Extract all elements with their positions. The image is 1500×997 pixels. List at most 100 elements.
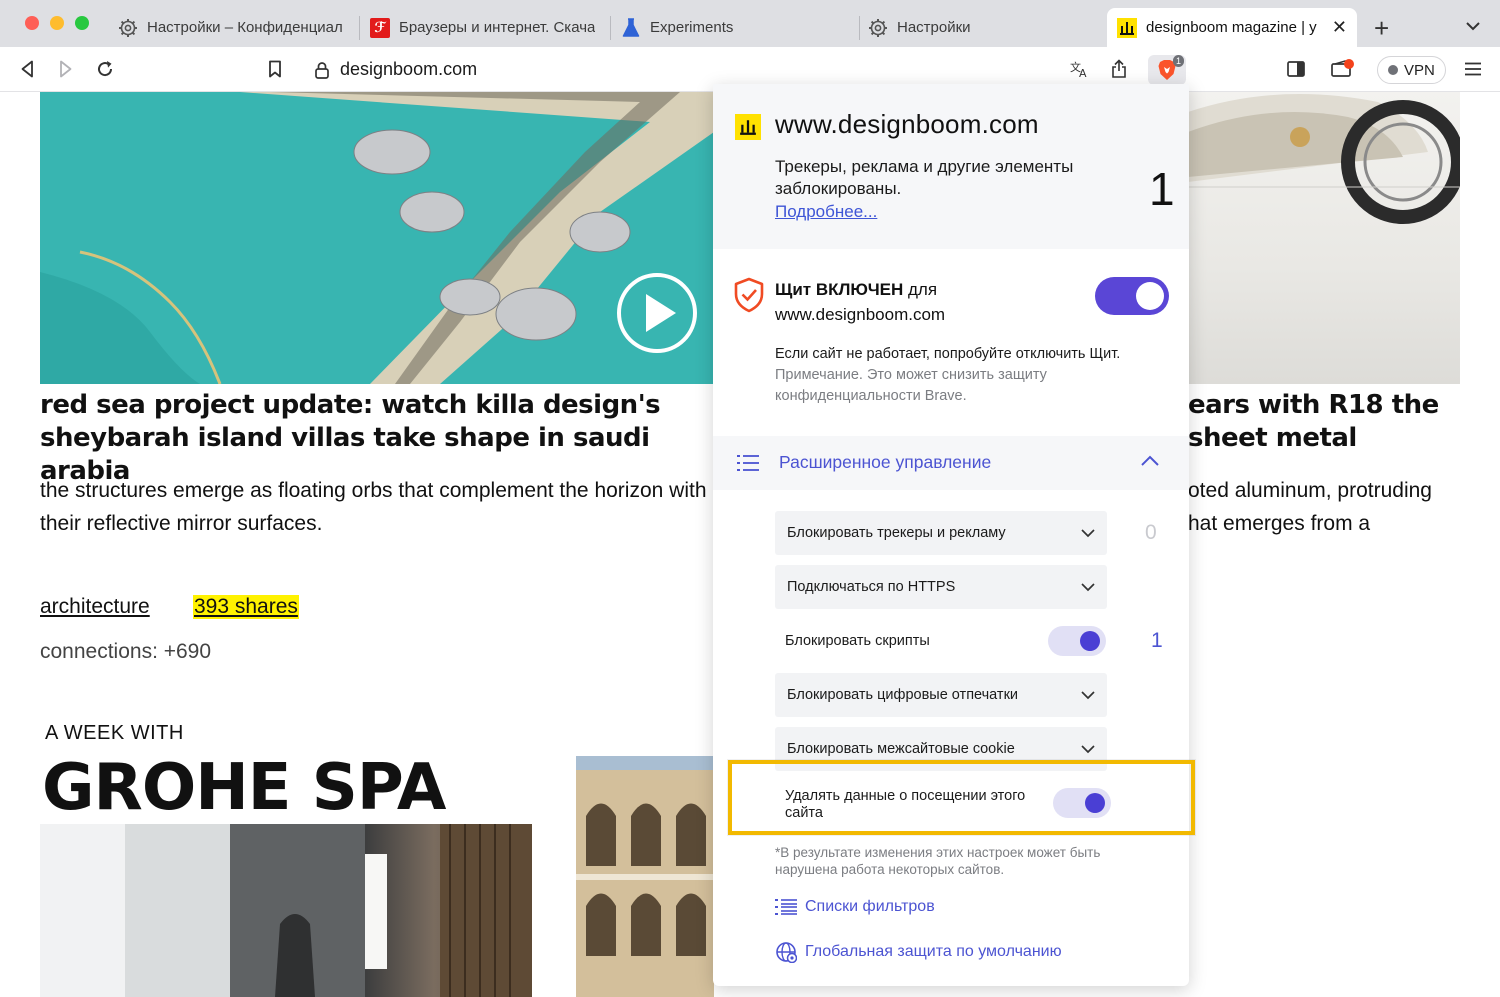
tab-label: designboom magazine | y: [1146, 19, 1317, 36]
lock-icon: [315, 61, 329, 79]
tab-bar: Настройки – Конфиденциал ℱ Браузеры и ин…: [0, 0, 1500, 47]
window-close-button[interactable]: [25, 16, 39, 30]
gear-icon: [118, 18, 138, 38]
palazzo-photo: [576, 756, 714, 997]
https-select[interactable]: Подключаться по HTTPS: [775, 565, 1107, 609]
new-tab-button[interactable]: +: [1374, 13, 1389, 44]
url-text: designboom.com: [340, 59, 478, 79]
brave-shields-button[interactable]: 1: [1148, 55, 1186, 85]
shields-panel: www.designboom.com Трекеры, реклама и др…: [713, 84, 1189, 986]
back-button[interactable]: [13, 55, 41, 83]
hamburger-menu-icon: [1465, 62, 1481, 76]
bookmark-icon: [269, 60, 281, 78]
wallet-button[interactable]: [1328, 55, 1356, 83]
chevron-down-icon: [1081, 691, 1095, 700]
share-button[interactable]: [1105, 55, 1133, 83]
learn-more-link[interactable]: Подробнее...: [775, 202, 877, 222]
global-defaults-link[interactable]: Глобальная защита по умолчанию: [775, 940, 1062, 964]
chevron-down-icon: [1081, 529, 1095, 538]
article-hero-image[interactable]: [40, 92, 714, 384]
highlight-annotation: [728, 760, 1195, 835]
designboom-logo-icon: [1117, 17, 1137, 38]
reload-button[interactable]: [91, 55, 119, 83]
select-label: Блокировать цифровые отпечатки: [787, 687, 1019, 703]
chevron-up-icon: [1141, 455, 1159, 466]
promo-image[interactable]: [40, 824, 532, 997]
address-bar[interactable]: designboom.com: [300, 53, 1145, 86]
tab-settings[interactable]: Настройки: [858, 8, 1108, 47]
trackers-ads-select[interactable]: Блокировать трекеры и рекламу: [775, 511, 1107, 555]
shield-check-icon: [733, 277, 765, 313]
tab-browsers[interactable]: ℱ Браузеры и интернет. Скача: [360, 8, 610, 47]
global-defaults-label: Глобальная защита по умолчанию: [805, 943, 1062, 960]
site-host: www.designboom.com: [775, 109, 1039, 139]
window-maximize-button[interactable]: [75, 16, 89, 30]
window-minimize-button[interactable]: [50, 16, 64, 30]
filter-lists-label: Списки фильтров: [805, 898, 935, 915]
tab-experiments[interactable]: Experiments: [611, 8, 859, 47]
sidebar-icon: [1287, 61, 1305, 77]
shield-note: Примечание. Это может снизить защиту кон…: [775, 367, 1047, 404]
bathroom-photo: [40, 824, 532, 997]
list-settings-icon: [737, 455, 759, 471]
bookmark-button[interactable]: [261, 55, 289, 83]
connections-count: connections: +690: [40, 640, 212, 663]
toggle-label: Блокировать скрипты: [785, 633, 930, 649]
block-scripts-toggle[interactable]: [1048, 626, 1106, 656]
fingerprinting-select[interactable]: Блокировать цифровые отпечатки: [775, 673, 1107, 717]
list-icon: [775, 899, 797, 915]
shield-status-bold: Щит ВКЛЮЧЕН: [775, 280, 904, 299]
translate-button[interactable]: 文A: [1066, 55, 1094, 83]
tab-list-chevron-icon[interactable]: [1466, 18, 1480, 34]
main-menu-button[interactable]: [1459, 55, 1487, 83]
svg-text:A: A: [1079, 67, 1087, 78]
translate-icon: 文A: [1070, 60, 1087, 78]
trackers-count: 0: [1145, 521, 1157, 544]
advanced-controls-toggle[interactable]: Расширенное управление: [713, 436, 1189, 490]
vpn-label: VPN: [1404, 61, 1435, 79]
shields-count-badge: 1: [1172, 55, 1184, 67]
tab-privacy-settings[interactable]: Настройки – Конфиденциал: [108, 8, 358, 47]
vpn-status-icon: [1388, 65, 1398, 75]
chevron-down-icon: [1081, 745, 1095, 754]
close-tab-icon[interactable]: ✕: [1332, 17, 1347, 38]
vpn-button[interactable]: VPN: [1377, 56, 1446, 84]
article-title-2-line1[interactable]: ears with R18 the: [1188, 389, 1439, 422]
article-description: the structures emerge as floating orbs t…: [40, 479, 707, 535]
advanced-controls-label: Расширенное управление: [779, 452, 992, 472]
island-villas-photo: [40, 92, 714, 384]
sidebar-toggle-button[interactable]: [1282, 55, 1310, 83]
toggle-knob: [1080, 631, 1100, 651]
shield-status-suffix: для: [903, 280, 938, 299]
motorcycle-photo: [1188, 94, 1460, 224]
shield-status-text: Щит ВКЛЮЧЕН для www.designboom.com: [775, 277, 1075, 327]
globe-icon: [776, 942, 797, 963]
shields-header: www.designboom.com Трекеры, реклама и др…: [713, 84, 1189, 249]
select-label: Блокировать трекеры и рекламу: [787, 525, 1006, 541]
promo-title[interactable]: GROHE SPA: [40, 752, 456, 824]
tab-designboom[interactable]: designboom magazine | y ✕: [1107, 8, 1357, 47]
promo-kicker: A WEEK WITH: [45, 722, 184, 744]
select-label: Блокировать межсайтовые cookie: [787, 741, 1015, 757]
article-hero-image-2[interactable]: [1188, 92, 1460, 384]
wallet-notification-dot: [1344, 59, 1354, 69]
shields-toggle[interactable]: [1095, 277, 1169, 315]
chevron-down-icon: [1081, 583, 1095, 592]
back-arrow-icon: [21, 60, 33, 78]
gear-icon: [868, 18, 888, 38]
shield-hint: Если сайт не работает, попробуйте отключ…: [775, 346, 1121, 362]
article-description-2-line1: oted aluminum, protruding: [1188, 479, 1432, 502]
architecture-photo[interactable]: [576, 756, 714, 997]
red-logo-icon: ℱ: [370, 17, 390, 38]
category-link[interactable]: architecture: [40, 595, 150, 619]
tab-label: Настройки – Конфиденциал: [147, 19, 343, 36]
flask-icon: [621, 17, 641, 38]
forward-button[interactable]: [52, 55, 80, 83]
forward-arrow-icon: [60, 60, 72, 78]
article-description-2-line2: hat emerges from a: [1188, 512, 1371, 535]
filter-lists-link[interactable]: Списки фильтров: [775, 895, 935, 919]
blocked-count: 1: [1149, 163, 1175, 215]
shares-count[interactable]: 393 shares: [193, 595, 299, 619]
article-title-2-line2[interactable]: sheet metal: [1188, 422, 1357, 455]
select-label: Подключаться по HTTPS: [787, 579, 956, 595]
